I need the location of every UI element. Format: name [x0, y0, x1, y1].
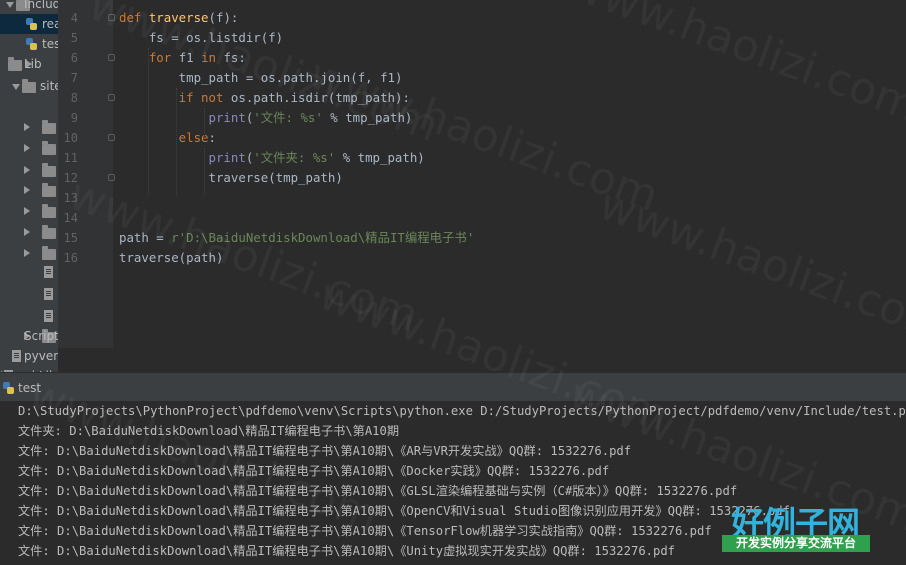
- chevron-right-icon[interactable]: [24, 166, 30, 174]
- console-output-line: 文件夹: D:\BaiduNetdiskDownload\精品IT编程电子书\第…: [18, 424, 400, 438]
- folder-icon: [42, 141, 56, 155]
- folder-icon: [22, 79, 36, 93]
- code-line[interactable]: path = r'D:\BaiduNetdiskDownload\精品IT编程电…: [119, 228, 474, 248]
- project-tree-item[interactable]: tes: [0, 34, 58, 54]
- run-tab[interactable]: test: [0, 375, 48, 401]
- chevron-right-icon[interactable]: [24, 186, 30, 194]
- line-number: 4: [70, 11, 78, 25]
- fold-marker-icon[interactable]: [108, 14, 115, 21]
- line-number: 16: [63, 251, 78, 265]
- project-tree-label: Lib: [24, 57, 42, 71]
- line-number: 9: [70, 111, 78, 125]
- line-number: 14: [63, 211, 78, 225]
- code-line[interactable]: for f1 in fs:: [119, 48, 246, 68]
- project-tree-item[interactable]: [0, 306, 58, 326]
- fold-marker-icon[interactable]: [108, 94, 115, 101]
- console-output-line: 文件: D:\BaiduNetdiskDownload\精品IT编程电子书\第A…: [18, 444, 632, 458]
- indent-guide: [204, 108, 205, 136]
- chevron-down-icon[interactable]: [6, 2, 14, 8]
- line-number: 15: [63, 231, 78, 245]
- python-file-icon: [3, 382, 14, 394]
- logo-subtitle: 开发实例分享交流平台: [722, 535, 870, 552]
- project-tree-item[interactable]: [0, 262, 58, 282]
- line-number: 6: [70, 51, 78, 65]
- chevron-right-icon[interactable]: [24, 207, 30, 215]
- project-tree-item[interactable]: [0, 138, 58, 158]
- project-tree-item[interactable]: [0, 201, 58, 221]
- folder-icon: [8, 57, 22, 71]
- code-line[interactable]: tmp_path = os.path.join(f, f1): [119, 68, 403, 88]
- chevron-right-icon[interactable]: [24, 123, 30, 131]
- site-logo: 好例子网 开发实例分享交流平台: [720, 497, 872, 555]
- code-line[interactable]: else:: [119, 128, 216, 148]
- python-file-icon: [26, 18, 37, 30]
- line-number: 10: [63, 131, 78, 145]
- code-line[interactable]: if not os.path.isdir(tmp_path):: [119, 88, 410, 108]
- project-tree-item[interactable]: Script: [0, 326, 58, 346]
- project-tree-item[interactable]: pyven: [0, 346, 58, 366]
- code-line[interactable]: traverse(path): [119, 248, 223, 268]
- file-icon: [44, 310, 53, 322]
- project-tree-item[interactable]: [0, 180, 58, 200]
- project-tree-item[interactable]: rea: [0, 14, 58, 34]
- code-line[interactable]: traverse(tmp_path): [119, 168, 343, 188]
- console-output-line: 文件: D:\BaiduNetdiskDownload\精品IT编程电子书\第A…: [18, 524, 712, 538]
- line-number: 12: [63, 171, 78, 185]
- chevron-right-icon[interactable]: [24, 144, 30, 152]
- project-tree-item[interactable]: Lib: [0, 54, 58, 74]
- chevron-down-icon[interactable]: [12, 84, 20, 90]
- folder-icon: [42, 183, 56, 197]
- project-panel: IncludreatesLibsiteScriptpyventernal Lib…: [0, 0, 58, 372]
- run-toolbar: test: [0, 372, 906, 401]
- project-tree-item[interactable]: Includ: [0, 0, 58, 14]
- project-tree-item[interactable]: [0, 117, 58, 137]
- project-tree-label: tes: [42, 37, 58, 51]
- code-line[interactable]: print('文件夹: %s' % tmp_path): [119, 148, 425, 168]
- console-output-line: 文件: D:\BaiduNetdiskDownload\精品IT编程电子书\第A…: [18, 464, 610, 478]
- file-icon: [12, 350, 21, 362]
- console-output-line: 文件: D:\BaiduNetdiskDownload\精品IT编程电子书\第A…: [18, 484, 738, 498]
- indent-guide: [176, 88, 177, 196]
- chevron-right-icon[interactable]: [24, 228, 30, 236]
- editor-empty-area: [113, 348, 906, 372]
- project-tree-label: site: [40, 79, 58, 93]
- folder-icon: [42, 120, 56, 134]
- line-number: 11: [63, 151, 78, 165]
- project-tree-item[interactable]: [0, 284, 58, 304]
- project-tree-item[interactable]: [0, 222, 58, 242]
- console-output-line: 文件: D:\BaiduNetdiskDownload\精品IT编程电子书\第A…: [18, 504, 790, 518]
- run-tab-label: test: [18, 381, 42, 395]
- console-output-line: 文件: D:\BaiduNetdiskDownload\精品IT编程电子书\第A…: [18, 544, 676, 558]
- indent-guide: [204, 148, 205, 196]
- folder-icon: [42, 163, 56, 177]
- indent-guide: [148, 48, 149, 196]
- file-icon: [44, 266, 53, 278]
- fold-marker-icon[interactable]: [108, 54, 115, 61]
- line-number: 7: [70, 71, 78, 85]
- file-icon: [44, 288, 53, 300]
- chevron-right-icon[interactable]: [24, 249, 30, 257]
- project-tree-item[interactable]: [0, 160, 58, 180]
- python-file-icon: [26, 38, 37, 50]
- line-number: 5: [70, 31, 78, 45]
- code-line[interactable]: def traverse(f):: [119, 8, 238, 28]
- fold-marker-icon[interactable]: [108, 134, 115, 141]
- line-number: 8: [70, 91, 78, 105]
- code-line[interactable]: fs = os.listdir(f): [119, 28, 283, 48]
- code-line[interactable]: print('文件: %s' % tmp_path): [119, 108, 413, 128]
- project-tree-label: Includ: [24, 0, 58, 11]
- project-tree-label: pyven: [24, 349, 58, 363]
- folder-icon: [42, 204, 56, 218]
- line-number: 13: [63, 191, 78, 205]
- folder-icon: [42, 225, 56, 239]
- project-tree-item[interactable]: [0, 243, 58, 263]
- console-output-line: D:\StudyProjects\PythonProject\pdfdemo\v…: [18, 404, 906, 418]
- project-tree-label: rea: [42, 17, 58, 31]
- folder-icon: [42, 246, 56, 260]
- project-tree-label: Script: [24, 329, 58, 343]
- fold-marker-icon[interactable]: [108, 174, 115, 181]
- project-tree-item[interactable]: site: [0, 76, 58, 96]
